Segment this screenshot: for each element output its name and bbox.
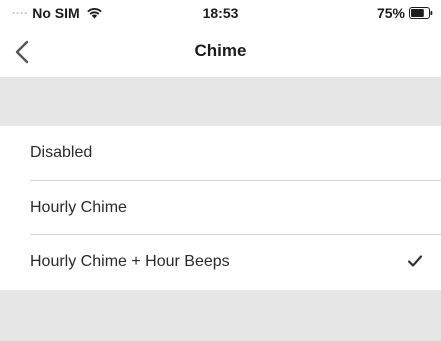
section-spacer-top bbox=[0, 77, 441, 126]
option-label: Disabled bbox=[30, 144, 93, 162]
option-hourly-chime-hour-beeps[interactable]: Hourly Chime + Hour Beeps bbox=[0, 235, 441, 290]
option-label: Hourly Chime bbox=[30, 198, 127, 216]
status-right: 75% bbox=[377, 5, 433, 21]
chime-options-list: Disabled Hourly Chime Hourly Chime + Hou… bbox=[0, 126, 441, 290]
status-bar: .... No SIM 18:53 75% bbox=[0, 0, 441, 28]
page-title: Chime bbox=[194, 41, 247, 60]
battery-percentage: 75% bbox=[376, 5, 405, 21]
option-disabled[interactable]: Disabled bbox=[0, 126, 441, 181]
option-hourly-chime[interactable]: Hourly Chime bbox=[0, 181, 441, 236]
section-spacer-bottom bbox=[0, 290, 441, 341]
battery-icon bbox=[409, 7, 433, 19]
navigation-bar: Chime bbox=[0, 28, 441, 76]
checkmark-icon bbox=[407, 255, 423, 267]
status-time: 18:53 bbox=[202, 5, 239, 21]
option-label: Hourly Chime + Hour Beeps bbox=[30, 253, 230, 271]
